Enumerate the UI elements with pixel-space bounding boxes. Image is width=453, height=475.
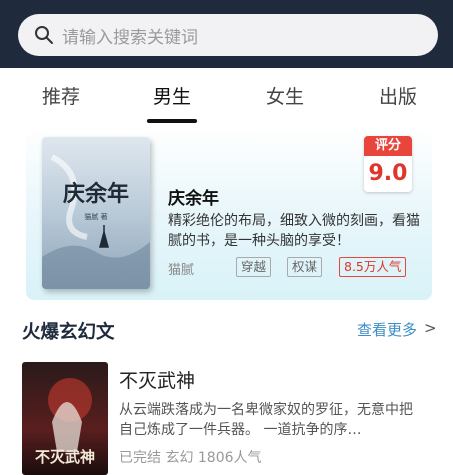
book-cover[interactable]: 不灭武神 — [22, 362, 108, 475]
tab-male[interactable]: 男生 — [153, 82, 191, 109]
active-tab-indicator — [147, 119, 197, 123]
section-title: 火爆玄幻文 — [22, 322, 115, 343]
tab-publishing[interactable]: 出版 — [379, 82, 417, 109]
featured-book-description: 精彩绝伦的布局，细致入微的刻画，看猫腻的书，是一种头脑的享受！ — [168, 213, 420, 249]
search-placeholder: 请输入搜索关键词 — [62, 27, 198, 48]
book-cover-title: 不灭武神 — [35, 448, 95, 466]
featured-book-cover[interactable]: 庆余年 猫腻 著 — [42, 137, 150, 289]
featured-book-title[interactable]: 庆余年 — [168, 184, 219, 209]
category-tabs: 推荐 男生 女生 出版 — [0, 68, 453, 124]
chevron-right-icon[interactable]: > — [424, 319, 437, 337]
score-value: 9.0 — [368, 161, 408, 186]
tag-strategy: 权谋 — [287, 257, 323, 277]
tab-recommend[interactable]: 推荐 — [42, 82, 80, 109]
book-title[interactable]: 不灭武神 — [119, 366, 195, 393]
top-bar: 请输入搜索关键词 — [0, 0, 453, 68]
search-input[interactable]: 请输入搜索关键词 — [18, 14, 438, 56]
featured-cover-title: 庆余年 — [63, 181, 129, 207]
tag-time-travel: 穿越 — [236, 257, 272, 277]
tab-female[interactable]: 女生 — [266, 82, 304, 109]
featured-book-author: 猫腻 — [168, 263, 195, 278]
featured-cover-author: 猫腻 著 — [84, 212, 107, 221]
see-more-link[interactable]: 查看更多 — [357, 319, 417, 340]
book-meta: 已完结 玄幻 1806人气 — [119, 450, 262, 466]
score-badge: 评分 9.0 — [364, 136, 412, 192]
book-description: 从云端跌落成为一名卑微家奴的罗征，无意中把自己炼成了一件兵器。 一道抗争的序… — [119, 402, 413, 438]
search-icon — [35, 26, 53, 44]
score-label: 评分 — [364, 136, 412, 156]
popularity-badge: 8.5万人气 — [339, 257, 407, 277]
